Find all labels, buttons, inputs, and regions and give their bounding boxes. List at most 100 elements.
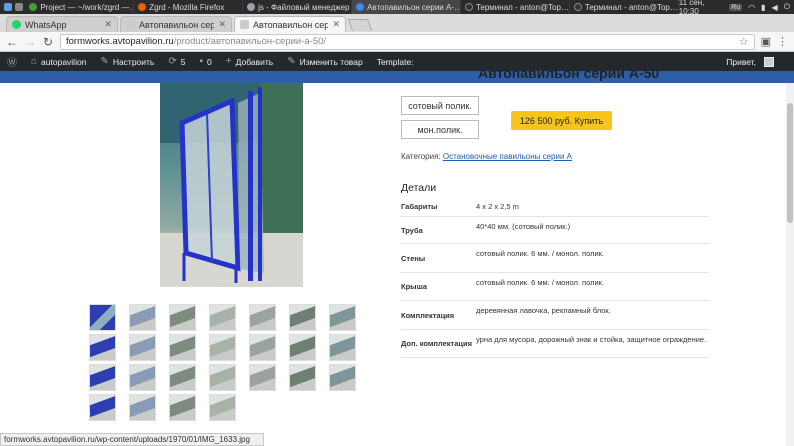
product-thumbnail[interactable] bbox=[89, 364, 116, 391]
chrome-icon bbox=[356, 3, 365, 11]
product-title: Автопавильон серии А-50 bbox=[478, 71, 660, 81]
tab-whatsapp[interactable]: WhatsApp ✕ bbox=[6, 16, 118, 32]
product-thumbnail[interactable] bbox=[209, 304, 236, 331]
task-terminal-2[interactable]: Терминал - anton@Top… bbox=[570, 0, 679, 14]
wordpress-icon: Ⓦ bbox=[7, 58, 17, 69]
product-thumbnail[interactable] bbox=[169, 304, 196, 331]
home-icon: ⌂ bbox=[31, 56, 38, 67]
task-file-manager[interactable]: js - Файловый менеджер bbox=[243, 0, 353, 14]
wp-site-name[interactable]: ⌂ autopavilion bbox=[24, 52, 93, 71]
terminal-icon bbox=[573, 3, 582, 11]
address-bar[interactable]: formworks.avtopavilion.ru/product/автопа… bbox=[60, 33, 755, 50]
product-thumbnail[interactable] bbox=[249, 304, 276, 331]
power-icon[interactable]: ⏻ bbox=[784, 2, 790, 12]
table-row: Крыша сотовый полик. 6 мм. / монол. полик… bbox=[401, 273, 709, 301]
page-icon bbox=[240, 20, 249, 29]
product-thumbnail[interactable] bbox=[169, 364, 196, 391]
folder-icon bbox=[247, 3, 256, 11]
wifi-icon[interactable]: ◠ bbox=[748, 3, 755, 12]
product-thumbnail[interactable] bbox=[249, 334, 276, 361]
product-thumbnail[interactable] bbox=[169, 394, 196, 421]
os-taskbar: Project — ~/work/zgrd —… Zgrd - Mozilla … bbox=[0, 0, 794, 16]
product-thumbnail[interactable] bbox=[129, 334, 156, 361]
task-firefox[interactable]: Zgrd - Mozilla Firefox bbox=[134, 0, 244, 14]
wp-template[interactable]: Template: bbox=[370, 52, 421, 71]
spec-table: Габариты 4 x 2 x 2,5 m Труба 40*40 мм. (со… bbox=[401, 197, 709, 358]
menu-icon[interactable] bbox=[4, 3, 12, 11]
wp-edit-product[interactable]: ✎ Изменить товар bbox=[280, 52, 370, 71]
product-thumbnail[interactable] bbox=[329, 334, 356, 361]
product-thumbnail[interactable] bbox=[329, 364, 356, 391]
avatar bbox=[764, 56, 774, 67]
tab-product-1[interactable]: Автопавильон серии ✕ bbox=[120, 16, 232, 32]
wp-account[interactable]: Привет, bbox=[726, 56, 794, 67]
launcher[interactable] bbox=[0, 3, 25, 11]
tab-product-2[interactable]: Автопавильон серии ✕ bbox=[234, 16, 346, 32]
option-honeycomb-button[interactable]: сотовый полик. bbox=[401, 96, 479, 115]
app-icon bbox=[29, 3, 38, 11]
table-row: Комплектация деревянная лавочка, рекламны… bbox=[401, 301, 709, 330]
buy-button[interactable]: 126 500 руб. Купить bbox=[511, 111, 612, 130]
details-heading: Детали bbox=[401, 182, 437, 194]
reload-icon[interactable]: ↻ bbox=[42, 35, 54, 49]
category-link[interactable]: Остановочные павильоны серии А bbox=[443, 152, 572, 161]
table-row: Труба 40*40 мм. (сотовый полик.) bbox=[401, 217, 709, 244]
product-thumbnail[interactable] bbox=[129, 304, 156, 331]
table-row: Стены сотовый полик. 6 мм. / монол. полик… bbox=[401, 244, 709, 273]
thumbnail-gallery bbox=[89, 304, 356, 421]
product-thumbnail[interactable] bbox=[209, 394, 236, 421]
wp-comments[interactable]: ▪ 0 bbox=[192, 52, 218, 71]
product-thumbnail[interactable] bbox=[289, 334, 316, 361]
product-thumbnail[interactable] bbox=[89, 334, 116, 361]
back-icon[interactable]: ← bbox=[6, 35, 18, 49]
product-thumbnail[interactable] bbox=[209, 364, 236, 391]
tab-strip: WhatsApp ✕ Автопавильон серии ✕ Автопави… bbox=[0, 14, 794, 32]
forward-icon[interactable]: → bbox=[24, 35, 36, 49]
close-icon[interactable]: ✕ bbox=[218, 19, 226, 30]
wp-customize[interactable]: ✎ Настроить bbox=[93, 52, 161, 71]
product-thumbnail[interactable] bbox=[329, 304, 356, 331]
new-tab-button[interactable] bbox=[347, 19, 373, 31]
wp-greeting: Привет, bbox=[726, 56, 756, 67]
comment-icon: ▪ bbox=[199, 56, 204, 67]
product-thumbnail[interactable] bbox=[289, 304, 316, 331]
table-row: Габариты 4 x 2 x 2,5 m bbox=[401, 197, 709, 217]
link-status-bar: formworks.avtopavilion.ru/wp-content/upl… bbox=[0, 433, 264, 446]
product-category: Категория: Остановочные павильоны серии … bbox=[401, 152, 572, 161]
product-thumbnail[interactable] bbox=[209, 334, 236, 361]
wp-logo[interactable]: Ⓦ bbox=[0, 52, 24, 71]
scrollbar-thumb[interactable] bbox=[787, 103, 793, 223]
product-thumbnail[interactable] bbox=[129, 364, 156, 391]
product-thumbnail[interactable] bbox=[89, 394, 116, 421]
pencil-icon: ✎ bbox=[287, 56, 296, 67]
whatsapp-icon bbox=[12, 20, 21, 29]
wp-updates[interactable]: ⟳ 5 bbox=[161, 52, 192, 71]
product-thumbnail[interactable] bbox=[169, 334, 196, 361]
close-icon[interactable]: ✕ bbox=[104, 19, 112, 30]
product-thumbnail[interactable] bbox=[89, 304, 116, 331]
page-scrollbar[interactable] bbox=[786, 83, 794, 446]
task-chrome[interactable]: Автопавильон серии А-… bbox=[352, 0, 461, 14]
product-thumbnail[interactable] bbox=[129, 394, 156, 421]
option-monolithic-button[interactable]: мон.полик. bbox=[401, 120, 479, 139]
files-icon[interactable] bbox=[15, 3, 23, 11]
plus-icon: + bbox=[225, 56, 232, 67]
page-icon bbox=[126, 20, 135, 29]
brush-icon: ✎ bbox=[100, 56, 109, 67]
task-terminal-1[interactable]: Терминал - anton@Top… bbox=[461, 0, 570, 14]
product-thumbnail[interactable] bbox=[249, 364, 276, 391]
bookmark-star-icon[interactable]: ☆ bbox=[739, 35, 749, 48]
menu-icon[interactable]: ⋮ bbox=[777, 35, 788, 48]
wp-add-new[interactable]: + Добавить bbox=[219, 52, 280, 71]
updates-icon: ⟳ bbox=[168, 56, 177, 67]
product-main-image[interactable] bbox=[160, 83, 303, 287]
task-project[interactable]: Project — ~/work/zgrd —… bbox=[25, 0, 135, 14]
close-icon[interactable]: ✕ bbox=[332, 19, 340, 30]
firefox-icon bbox=[138, 3, 147, 11]
battery-icon[interactable]: ▮ bbox=[761, 3, 765, 12]
product-thumbnail[interactable] bbox=[289, 364, 316, 391]
extension-icon[interactable]: ▣ bbox=[761, 35, 771, 48]
keyboard-layout[interactable]: Ru bbox=[729, 3, 743, 11]
volume-icon[interactable]: ◀ bbox=[772, 3, 778, 12]
table-row: Доп. комплектация урна для мусора, дорожн… bbox=[401, 330, 709, 358]
